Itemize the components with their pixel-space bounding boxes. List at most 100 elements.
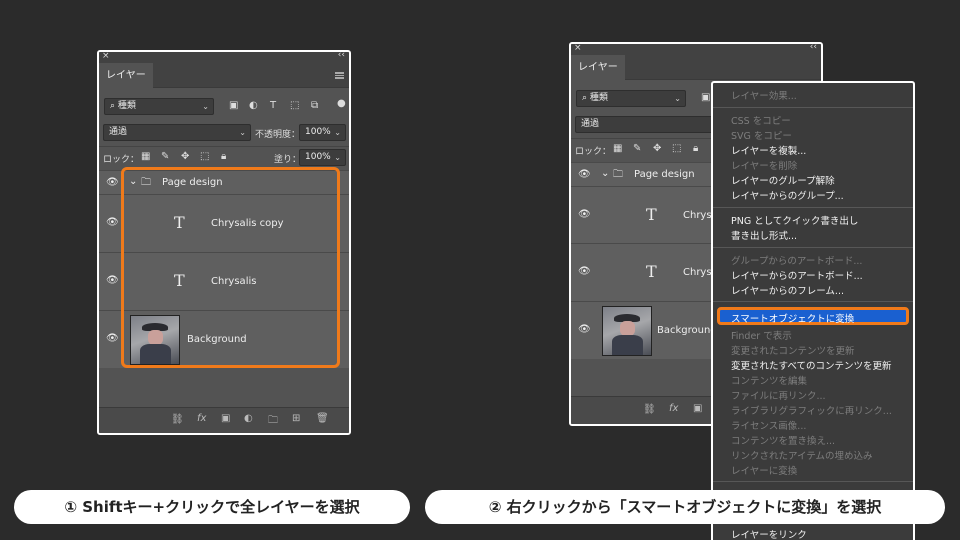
disclosure-icon[interactable]: ⌄ xyxy=(601,168,609,179)
filter-kind-value: 種類 xyxy=(589,93,608,103)
menu-item-export-as[interactable]: 書き出し形式... xyxy=(731,228,797,242)
menu-item-convert-to-smart-object[interactable]: スマートオブジェクトに変換 xyxy=(717,307,909,325)
lock-transparency-icon[interactable]: ▦ xyxy=(141,151,150,163)
menu-item-artboard-from-group[interactable]: グループからのアートボード... xyxy=(731,253,862,267)
menu-item-convert-label: スマートオブジェクトに変換 xyxy=(731,314,855,325)
eye-icon[interactable]: 👁︎ xyxy=(106,333,119,344)
new-group-icon[interactable]: 🗀 xyxy=(268,413,278,430)
lock-all-icon[interactable]: 🔒︎ xyxy=(221,151,226,163)
menu-item-replace-contents[interactable]: コンテンツを置き換え... xyxy=(731,433,835,447)
search-icon: ⌕ xyxy=(110,101,118,111)
tab-layers[interactable]: レイヤー xyxy=(99,63,153,88)
divider xyxy=(99,146,349,147)
caption-step-1: ① Shiftキー+クリックで全レイヤーを選択 xyxy=(14,490,410,524)
fill-value: 100% xyxy=(305,152,331,162)
menu-item-link-layers[interactable]: レイヤーをリンク xyxy=(731,527,807,540)
mask-icon[interactable]: ▣ xyxy=(693,403,702,414)
menu-item-duplicate-layers[interactable]: レイヤーを複製... xyxy=(731,143,806,157)
layer-name-background: Background xyxy=(657,325,717,336)
close-icon[interactable]: × xyxy=(574,44,582,53)
lock-artboard-icon[interactable]: ⬚ xyxy=(200,151,209,163)
menu-separator xyxy=(713,481,913,482)
menu-item-embed-linked[interactable]: リンクされたアイテムの埋め込み xyxy=(731,448,873,462)
eye-icon[interactable]: 👁︎ xyxy=(106,217,119,228)
eye-icon[interactable]: 👁︎ xyxy=(106,275,119,286)
menu-item-artboard-from-layers[interactable]: レイヤーからのアートボード... xyxy=(731,268,863,282)
panel-bottom-bar: ⛓︎ fx ▣ ◐ 🗀 ⊞ 🗑︎ xyxy=(99,407,349,433)
eye-icon[interactable]: 👁︎ xyxy=(578,169,591,180)
filter-kind-value: 種類 xyxy=(117,101,136,111)
trash-icon[interactable]: 🗑︎ xyxy=(316,413,329,424)
adjustment-filter-icon[interactable]: ◐ xyxy=(249,100,258,112)
filter-kind-select[interactable]: ⌕ 種類 ⌄ xyxy=(576,90,686,107)
chevron-down-icon: ⌄ xyxy=(239,128,246,137)
lock-position-icon[interactable]: ✥ xyxy=(181,151,189,163)
fill-label: 塗り： xyxy=(274,155,302,165)
search-icon: ⌕ xyxy=(582,93,590,103)
smart-object-filter-icon[interactable]: ⧉ xyxy=(311,100,318,112)
menu-item-copy-svg[interactable]: SVG をコピー xyxy=(731,128,792,142)
blend-mode-select[interactable]: 通過 ⌄ xyxy=(103,124,251,141)
mask-icon[interactable]: ▣ xyxy=(221,413,230,424)
new-layer-icon[interactable]: ⊞ xyxy=(292,413,300,424)
tab-layers[interactable]: レイヤー xyxy=(571,55,625,80)
eye-icon[interactable]: 👁︎ xyxy=(578,209,591,220)
menu-item-edit-contents[interactable]: コンテンツを編集 xyxy=(731,373,807,387)
menu-item-group-from-layers[interactable]: レイヤーからのグループ... xyxy=(731,188,844,202)
close-icon[interactable]: × xyxy=(102,52,110,61)
menu-item-delete-layers[interactable]: レイヤーを削除 xyxy=(731,158,797,172)
lock-paint-icon[interactable]: ✎ xyxy=(161,151,169,163)
type-filter-icon[interactable]: T xyxy=(270,100,276,112)
lock-paint-icon[interactable]: ✎ xyxy=(633,143,641,155)
text-layer-icon: T xyxy=(646,262,657,281)
lock-artboard-icon[interactable]: ⬚ xyxy=(672,143,681,155)
lock-label: ロック： xyxy=(575,147,612,157)
tab-bar: レイヤー xyxy=(99,63,349,88)
link-icon[interactable]: ⛓︎ xyxy=(643,404,656,415)
lock-transparency-icon[interactable]: ▦ xyxy=(613,143,622,155)
pixel-filter-icon[interactable]: ▣ xyxy=(701,92,710,104)
layer-name-group: Page design xyxy=(634,169,695,180)
adjustment-layer-icon[interactable]: ◐ xyxy=(244,413,253,424)
fx-icon[interactable]: fx xyxy=(197,413,206,424)
opacity-field[interactable]: 100% ⌄ xyxy=(299,124,346,141)
link-icon[interactable]: ⛓︎ xyxy=(171,414,184,425)
menu-item-frame-from-layers[interactable]: レイヤーからのフレーム... xyxy=(731,283,844,297)
caption-step-2: ② 右クリックから「スマートオブジェクトに変換」を選択 xyxy=(425,490,945,524)
menu-item-quick-export-png[interactable]: PNG としてクイック書き出し xyxy=(731,213,858,227)
tab-bar: レイヤー xyxy=(571,55,821,80)
blend-mode-value: 通過 xyxy=(109,127,128,137)
chevron-down-icon: ⌄ xyxy=(674,94,681,103)
panel-menu-icon[interactable] xyxy=(335,72,344,79)
menu-item-relink-to-file[interactable]: ファイルに再リンク... xyxy=(731,388,826,402)
menu-item-update-all-modified[interactable]: 変更されたすべてのコンテンツを更新 xyxy=(731,358,891,372)
chevron-down-icon: ⌄ xyxy=(202,102,209,111)
fx-icon[interactable]: fx xyxy=(669,403,678,414)
eye-icon[interactable]: 👁︎ xyxy=(578,324,591,335)
pixel-filter-icon[interactable]: ▣ xyxy=(229,100,238,112)
context-menu: レイヤー効果... CSS をコピー SVG をコピー レイヤーを複製... レ… xyxy=(711,81,915,540)
eye-icon[interactable]: 👁︎ xyxy=(106,177,119,188)
opacity-label: 不透明度： xyxy=(255,130,301,140)
menu-item-update-modified[interactable]: 変更されたコンテンツを更新 xyxy=(731,343,855,357)
selection-highlight-box xyxy=(121,167,340,368)
menu-item-layer-effects[interactable]: レイヤー効果... xyxy=(731,88,797,102)
menu-item-convert-to-layers[interactable]: レイヤーに変換 xyxy=(731,463,797,477)
collapse-icon[interactable]: ‹‹ xyxy=(810,44,817,52)
blend-mode-select[interactable]: 通過 xyxy=(575,116,723,133)
fill-field[interactable]: 100% ⌄ xyxy=(299,149,346,166)
menu-item-ungroup-layers[interactable]: レイヤーのグループ解除 xyxy=(731,173,835,187)
menu-item-copy-css[interactable]: CSS をコピー xyxy=(731,113,791,127)
filter-toggle-icon[interactable]: ● xyxy=(337,98,346,110)
filter-kind-select[interactable]: ⌕ 種類 ⌄ xyxy=(104,98,214,115)
menu-item-license-image[interactable]: ライセンス画像... xyxy=(731,418,806,432)
menu-item-reveal-in-finder[interactable]: Finder で表示 xyxy=(731,328,792,342)
shape-filter-icon[interactable]: ⬚ xyxy=(290,100,299,112)
lock-all-icon[interactable]: 🔒︎ xyxy=(693,143,698,155)
menu-item-relink-to-library[interactable]: ライブラリグラフィックに再リンク... xyxy=(731,403,892,417)
eye-icon[interactable]: 👁︎ xyxy=(578,266,591,277)
collapse-icon[interactable]: ‹‹ xyxy=(338,52,345,60)
lock-position-icon[interactable]: ✥ xyxy=(653,143,661,155)
background-thumbnail xyxy=(602,306,652,356)
menu-separator xyxy=(713,247,913,248)
